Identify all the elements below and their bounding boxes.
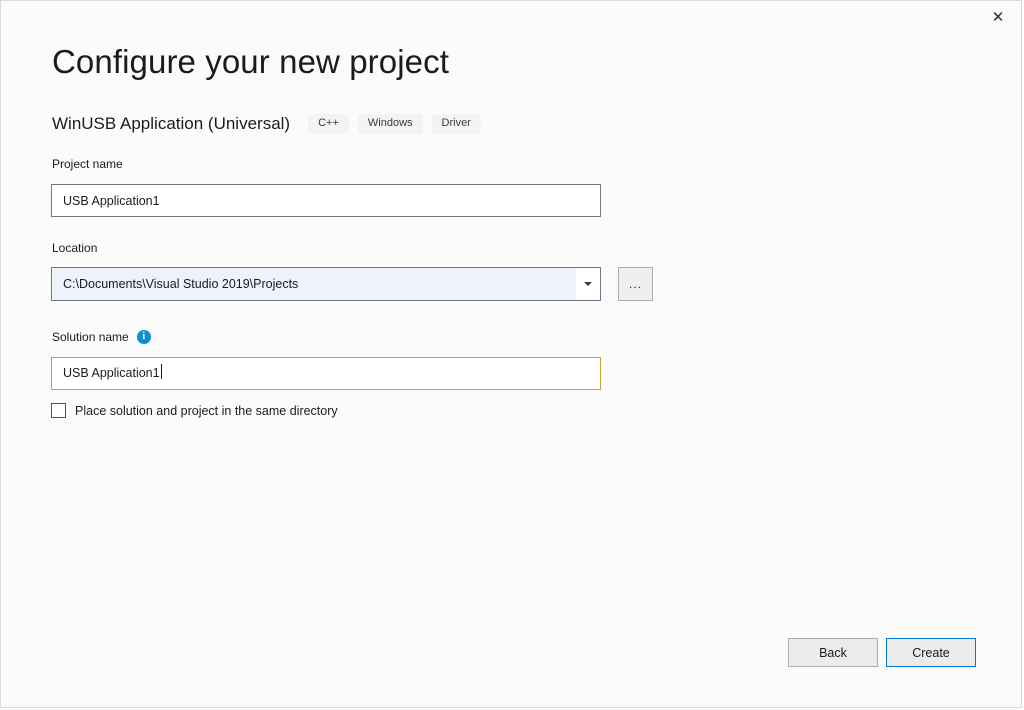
text-caret [160,364,162,379]
location-combobox[interactable]: C:\Documents\Visual Studio 2019\Projects [51,267,601,301]
dialog-footer: Back Create [1,638,1021,668]
page-title: Configure your new project [52,43,449,80]
info-icon[interactable]: i [136,330,151,344]
solution-name-label: Solution name i [52,330,151,344]
location-value: C:\Documents\Visual Studio 2019\Projects [63,277,299,291]
tag-chip-language: C++ [308,114,349,134]
location-label: Location [52,241,98,255]
tag-chip-type: Driver [431,114,481,134]
browse-location-button[interactable]: ... [618,267,653,301]
solution-name-label-text: Solution name [52,330,129,344]
same-directory-checkbox-row[interactable]: Place solution and project in the same d… [51,403,338,418]
same-directory-checkbox[interactable] [51,403,66,418]
close-button[interactable]: ✕ [975,1,1021,33]
create-button[interactable]: Create [886,638,976,667]
project-name-input[interactable] [51,184,601,217]
location-dropdown-button[interactable] [576,268,600,300]
same-directory-checkbox-label: Place solution and project in the same d… [75,403,338,418]
configure-project-dialog: ✕ Configure your new project WinUSB Appl… [0,0,1022,708]
template-name: WinUSB Application (Universal) [52,114,291,133]
back-button[interactable]: Back [788,638,878,667]
close-icon: ✕ [991,7,1005,26]
template-tags: C++ Windows Driver [308,114,490,134]
solution-name-value: USB Application1 [63,366,160,380]
solution-name-input[interactable]: USB Application1 [51,357,601,390]
chevron-down-icon [584,282,592,286]
project-name-label: Project name [52,157,123,171]
tag-chip-platform: Windows [357,114,423,134]
template-summary: WinUSB Application (Universal) C++ Windo… [52,112,490,136]
